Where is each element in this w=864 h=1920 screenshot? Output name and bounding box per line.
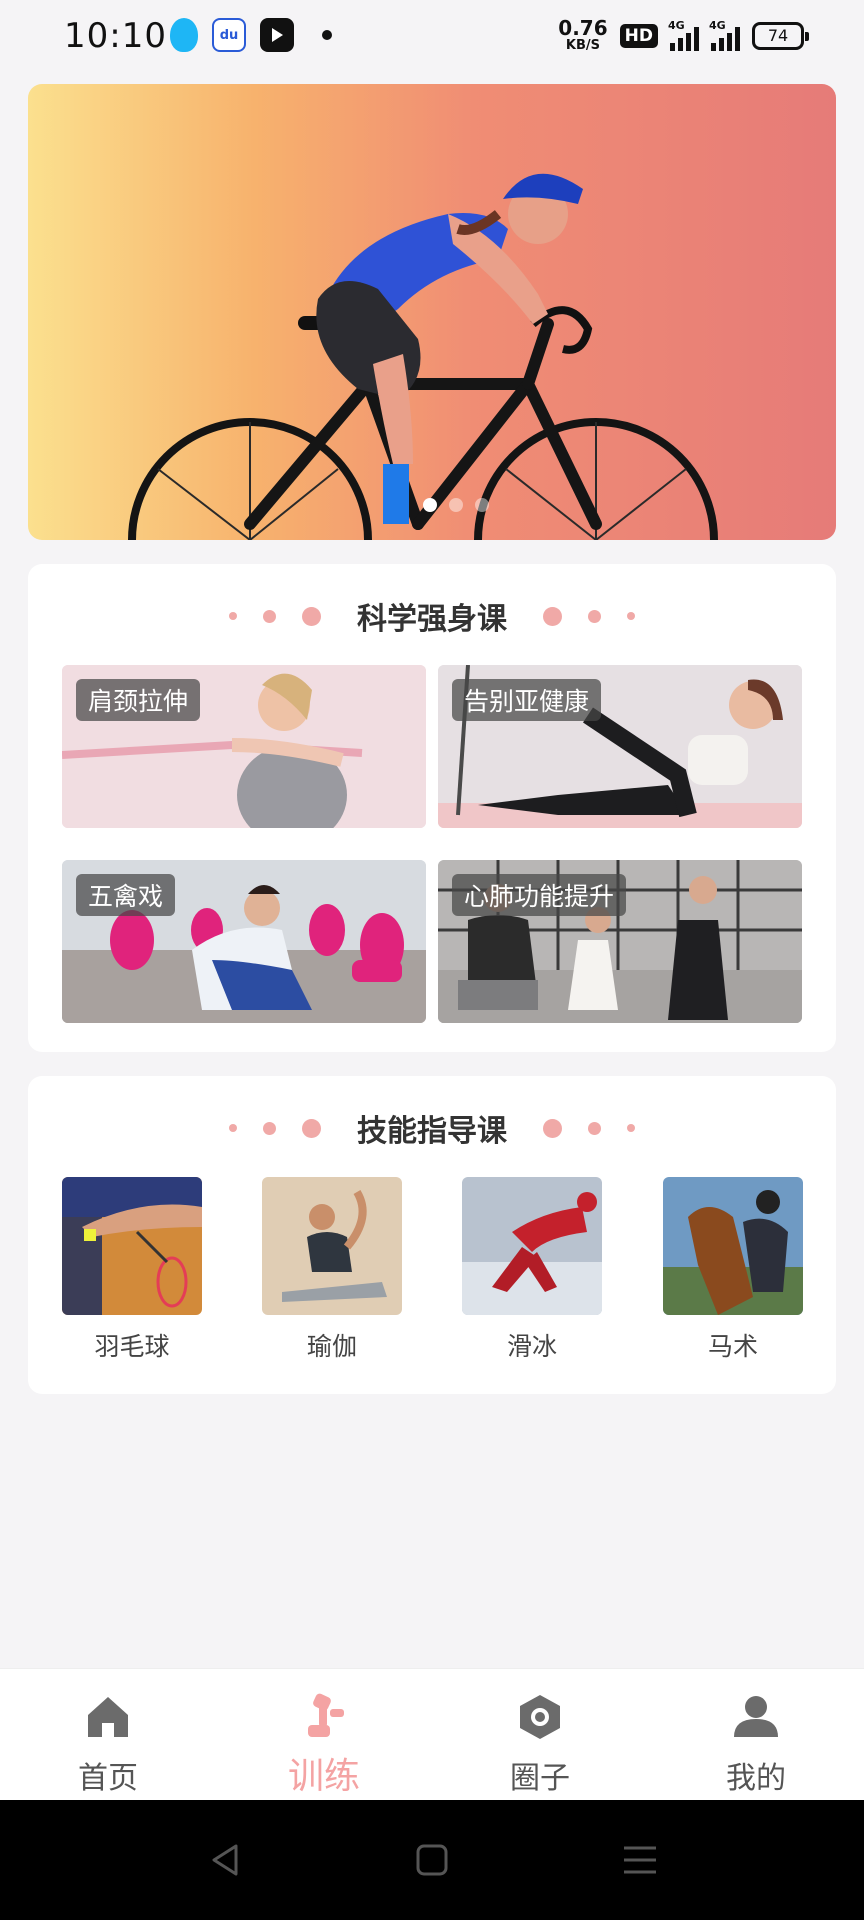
course-tag: 肩颈拉伸	[76, 679, 201, 721]
tab-label: 训练	[287, 1756, 360, 1797]
more-notifications-icon	[322, 30, 332, 40]
section-header: 科学强身课	[28, 594, 836, 638]
video-app-icon	[260, 18, 294, 52]
hd-badge: HD	[619, 23, 658, 48]
course-tag: 告别亚健康	[452, 679, 602, 721]
status-bar: 10:10 du 0.76 KB/S HD 4G 4G 74	[0, 0, 864, 76]
back-icon[interactable]	[206, 1840, 246, 1880]
tab-profile[interactable]: 我的	[648, 1669, 864, 1800]
skill-thumbnail	[462, 1177, 602, 1315]
tab-training[interactable]: 训练	[216, 1669, 432, 1800]
course-card-wuqinxi[interactable]: 五禽戏	[62, 860, 426, 1023]
decorative-dots-right	[543, 606, 635, 626]
pagination-dot[interactable]	[449, 498, 463, 512]
tab-home[interactable]: 首页	[0, 1669, 216, 1800]
home-nav-icon[interactable]	[412, 1840, 452, 1880]
decorative-dots-left	[229, 1118, 321, 1138]
qq-icon	[170, 18, 198, 52]
dumbbell-icon	[308, 1693, 344, 1737]
skill-thumbnail	[62, 1177, 202, 1315]
course-tag: 心肺功能提升	[452, 874, 627, 916]
decorative-dots-right	[543, 1118, 635, 1138]
course-tag: 五禽戏	[76, 874, 176, 916]
skill-item-yoga[interactable]: 瑜伽	[262, 1177, 402, 1363]
skill-item-equestrian[interactable]: 马术	[663, 1177, 803, 1363]
skill-label: 羽毛球	[94, 1332, 170, 1361]
tab-label: 首页	[78, 1761, 138, 1796]
battery-icon: 74	[752, 21, 809, 50]
home-icon	[88, 1697, 128, 1737]
course-card-sub-health[interactable]: 告别亚健康	[438, 665, 802, 828]
skill-thumbnail	[262, 1177, 402, 1315]
menu-icon[interactable]	[620, 1840, 660, 1880]
skill-course-section: 技能指导课 羽毛球 瑜伽 滑冰 马术	[28, 1076, 836, 1394]
skill-item-badminton[interactable]: 羽毛球	[62, 1177, 202, 1363]
skill-label: 滑冰	[506, 1332, 557, 1361]
course-card-neck-stretch[interactable]: 肩颈拉伸	[62, 665, 426, 828]
section-title: 技能指导课	[357, 1114, 507, 1149]
fitness-course-section: 科学强身课 肩颈拉伸 告别亚健康 五禽戏 心肺功能提升	[28, 564, 836, 1052]
skill-item-skating[interactable]: 滑冰	[462, 1177, 602, 1363]
tab-label: 圈子	[510, 1761, 570, 1796]
skill-thumbnail	[663, 1177, 803, 1315]
section-title: 科学强身课	[357, 602, 507, 637]
tab-circle[interactable]: 圈子	[432, 1669, 648, 1800]
bottom-tab-bar: 首页 训练 圈子 我的	[0, 1668, 864, 1800]
notification-icons: du	[170, 18, 332, 52]
decorative-dots-left	[229, 606, 321, 626]
network-speed: 0.76 KB/S	[558, 16, 608, 53]
section-header: 技能指导课	[28, 1106, 836, 1150]
banner-pagination	[423, 498, 489, 512]
skill-label: 马术	[707, 1332, 758, 1361]
signal-icon: 4G	[668, 19, 699, 51]
pagination-dot[interactable]	[475, 498, 489, 512]
cyclist-illustration	[128, 173, 718, 540]
pagination-dot-active[interactable]	[423, 498, 437, 512]
status-indicators: 0.76 KB/S HD 4G 4G 74	[558, 16, 809, 53]
system-navigation-bar	[0, 1800, 864, 1920]
person-icon	[734, 1696, 778, 1737]
baidu-icon: du	[212, 18, 246, 52]
course-card-cardio[interactable]: 心肺功能提升	[438, 860, 802, 1023]
camera-icon	[520, 1695, 560, 1739]
hero-banner[interactable]	[28, 84, 836, 540]
signal-icon-2: 4G	[709, 19, 740, 51]
tab-label: 我的	[726, 1761, 786, 1796]
status-time: 10:10	[64, 16, 167, 56]
skill-label: 瑜伽	[306, 1332, 357, 1361]
